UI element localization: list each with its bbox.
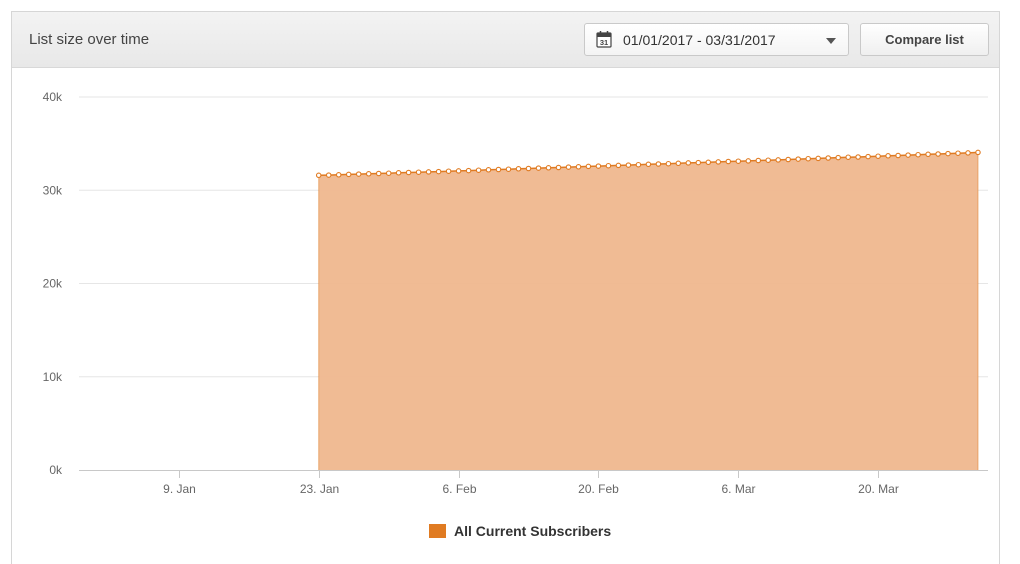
- data-point[interactable]: [455, 168, 462, 174]
- data-point[interactable]: [475, 167, 482, 173]
- y-tick-label: 0k: [49, 463, 63, 477]
- data-point[interactable]: [695, 159, 702, 166]
- x-tick-label: 20. Mar: [858, 482, 899, 496]
- list-size-chart: 0k 10k 20k 30k 40k 9. Jan 23. Jan 6. Feb 20. Feb…: [43, 90, 988, 496]
- data-point[interactable]: [315, 172, 322, 179]
- data-point[interactable]: [745, 158, 752, 164]
- data-point[interactable]: [785, 156, 791, 163]
- data-point[interactable]: [915, 151, 921, 158]
- chart-series-area: [318, 152, 979, 470]
- data-point[interactable]: [385, 170, 392, 176]
- x-tick-label: 6. Mar: [721, 482, 755, 496]
- data-point[interactable]: [815, 155, 821, 162]
- data-point[interactable]: [595, 163, 602, 169]
- data-point[interactable]: [805, 155, 811, 162]
- data-point[interactable]: [425, 169, 432, 175]
- data-point[interactable]: [605, 162, 612, 169]
- data-point[interactable]: [835, 154, 841, 161]
- data-point[interactable]: [575, 164, 582, 170]
- x-tick-label: 23. Jan: [300, 482, 339, 496]
- data-point[interactable]: [405, 169, 412, 176]
- data-point[interactable]: [465, 167, 472, 174]
- data-point[interactable]: [445, 168, 452, 174]
- x-tick-label: 9. Jan: [163, 482, 196, 496]
- series-area: [318, 152, 978, 470]
- data-point[interactable]: [545, 165, 552, 171]
- y-tick-label: 40k: [43, 90, 63, 104]
- data-point[interactable]: [925, 151, 931, 158]
- data-point[interactable]: [675, 160, 682, 167]
- y-tick-label: 10k: [43, 370, 63, 384]
- data-point[interactable]: [755, 157, 762, 164]
- data-point[interactable]: [645, 161, 652, 168]
- data-point[interactable]: [865, 153, 871, 160]
- data-point[interactable]: [325, 172, 332, 178]
- data-point[interactable]: [345, 171, 352, 178]
- data-point[interactable]: [705, 159, 712, 166]
- data-point[interactable]: [415, 169, 422, 175]
- data-point[interactable]: [935, 151, 941, 157]
- data-point[interactable]: [535, 165, 542, 171]
- data-point[interactable]: [495, 166, 502, 173]
- data-point[interactable]: [335, 172, 342, 178]
- x-tick-label: 6. Feb: [442, 482, 476, 496]
- data-point[interactable]: [725, 158, 732, 165]
- data-point[interactable]: [845, 154, 851, 160]
- data-point[interactable]: [655, 161, 662, 167]
- data-point[interactable]: [665, 160, 672, 167]
- data-point[interactable]: [905, 152, 911, 158]
- data-point[interactable]: [975, 149, 981, 156]
- data-point[interactable]: [875, 153, 881, 159]
- data-point[interactable]: [525, 165, 532, 172]
- data-point[interactable]: [435, 168, 442, 175]
- data-point[interactable]: [355, 171, 362, 177]
- y-tick-label: 20k: [43, 277, 63, 291]
- data-point[interactable]: [885, 153, 891, 159]
- data-point[interactable]: [375, 170, 382, 177]
- data-point[interactable]: [565, 164, 572, 170]
- data-point[interactable]: [965, 150, 971, 156]
- data-point[interactable]: [635, 161, 642, 168]
- data-point[interactable]: [515, 166, 522, 172]
- data-point[interactable]: [895, 152, 901, 159]
- data-point[interactable]: [825, 155, 831, 161]
- data-point[interactable]: [365, 171, 372, 177]
- data-point[interactable]: [615, 162, 622, 169]
- data-point[interactable]: [735, 158, 742, 164]
- data-point[interactable]: [715, 159, 722, 165]
- data-point[interactable]: [625, 162, 632, 168]
- data-point[interactable]: [585, 163, 592, 170]
- legend-label: All Current Subscribers: [454, 523, 612, 539]
- data-point[interactable]: [855, 154, 861, 160]
- data-point[interactable]: [395, 170, 402, 176]
- data-point[interactable]: [955, 150, 961, 156]
- data-point[interactable]: [945, 150, 951, 157]
- data-point[interactable]: [795, 156, 801, 162]
- data-point[interactable]: [685, 160, 692, 166]
- data-point[interactable]: [505, 166, 512, 172]
- x-tick-label: 20. Feb: [578, 482, 619, 496]
- data-point[interactable]: [775, 157, 781, 163]
- data-point[interactable]: [555, 164, 562, 171]
- data-point[interactable]: [765, 157, 771, 163]
- legend-swatch: [429, 524, 446, 538]
- data-point[interactable]: [485, 167, 492, 173]
- y-tick-label: 30k: [43, 183, 63, 197]
